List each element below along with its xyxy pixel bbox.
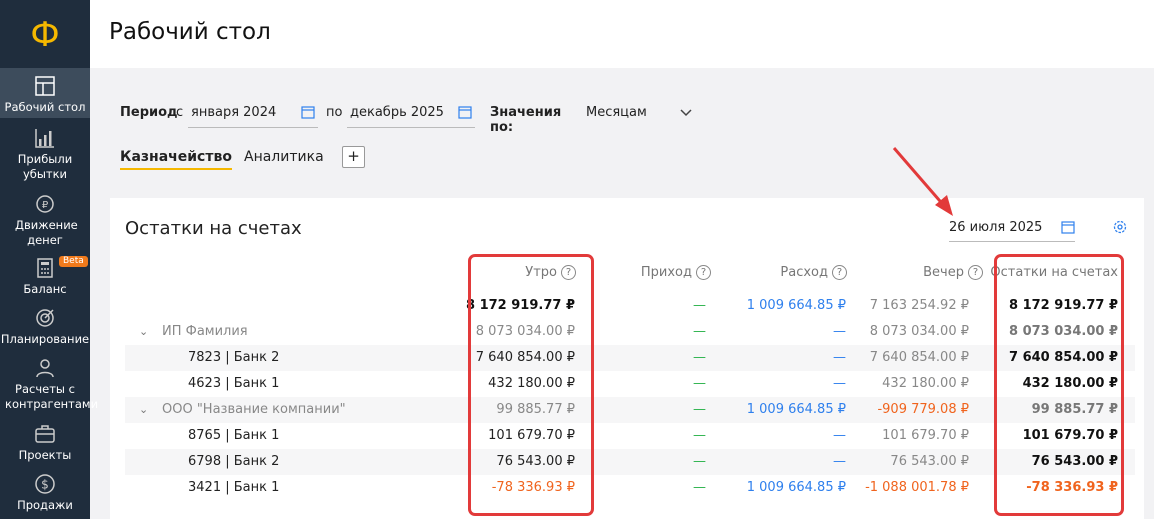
dollar-icon: $ bbox=[35, 474, 55, 494]
target-icon bbox=[36, 309, 54, 327]
sidebar-item-counterparties[interactable]: Расчеты с контрагентами bbox=[0, 356, 99, 412]
briefcase-icon bbox=[35, 425, 55, 443]
sidebar-item-label: Расчеты с контрагентами bbox=[5, 382, 99, 411]
sidebar-item-sales[interactable]: $ Продажи bbox=[0, 472, 90, 513]
bar-chart-icon bbox=[35, 129, 54, 148]
sidebar-item-label: Проекты bbox=[18, 448, 72, 462]
money-flow-icon: ₽ bbox=[36, 195, 54, 213]
sidebar-item-dashboard[interactable]: Рабочий стол bbox=[0, 68, 90, 118]
sidebar-item-label: Рабочий стол bbox=[4, 100, 86, 114]
calculator-icon bbox=[37, 258, 53, 278]
beta-badge: Beta bbox=[59, 256, 88, 267]
sidebar-item-profit-loss[interactable]: Прибыли убытки bbox=[0, 126, 90, 182]
svg-text:$: $ bbox=[41, 478, 49, 492]
people-icon bbox=[36, 359, 54, 378]
sidebar-item-label: Планирование bbox=[0, 332, 90, 346]
sidebar-item-label: Баланс bbox=[23, 282, 67, 296]
sidebar-item-label: Движение денег bbox=[15, 218, 78, 247]
sidebar-item-projects[interactable]: Проекты bbox=[0, 422, 90, 463]
annotation-arrow bbox=[892, 147, 953, 216]
sidebar-item-cashflow[interactable]: ₽ Движение денег bbox=[0, 192, 90, 248]
sidebar-item-balance[interactable]: Beta Баланс bbox=[0, 256, 90, 297]
sidebar-item-label: Продажи bbox=[17, 498, 73, 512]
app-logo[interactable]: Ф bbox=[0, 10, 90, 60]
svg-text:₽: ₽ bbox=[42, 200, 49, 211]
main-area: Рабочий стол Период с января 2024 по дек… bbox=[90, 0, 1154, 519]
sidebar-item-label: Прибыли убытки bbox=[17, 152, 73, 181]
sidebar: Ф Рабочий стол Прибыли убытки ₽ Движение… bbox=[0, 0, 99, 519]
dashboard-icon bbox=[35, 76, 55, 96]
sidebar-item-planning[interactable]: Планирование bbox=[0, 306, 90, 347]
